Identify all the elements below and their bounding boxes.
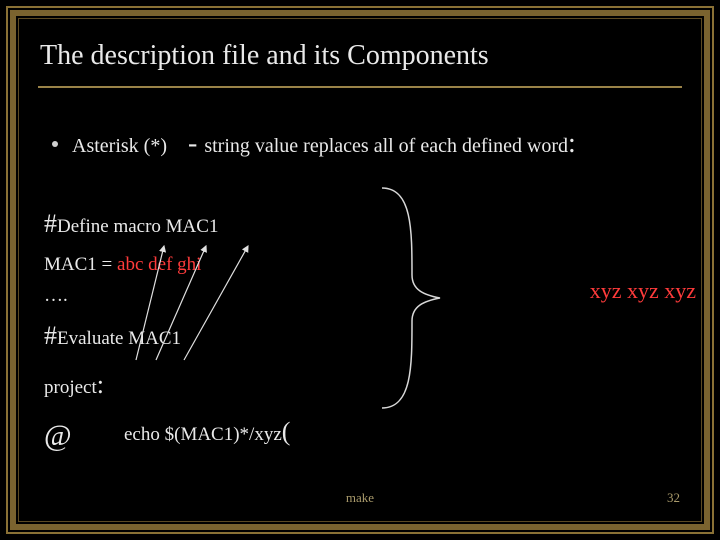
macro-value-c: ghi (177, 254, 201, 275)
project-text: project (44, 377, 97, 398)
define-text: Define macro MAC1 (57, 216, 218, 237)
bullet-dot-icon (52, 141, 58, 147)
macro-value-a: abc (117, 254, 143, 275)
bullet-lead-text: Asterisk (*) (72, 135, 167, 158)
bullet-rest-text: string value replaces all of each define… (204, 135, 568, 158)
project-colon: : (97, 370, 104, 399)
open-paren: ( (282, 417, 291, 446)
macro-prefix: MAC1 = (44, 254, 117, 275)
macro-assign-line: MAC1 = abc def ghi (44, 251, 690, 280)
slide: The description file and its Components … (0, 0, 720, 540)
page-number: 32 (667, 490, 680, 506)
at-symbol: @ (44, 413, 124, 458)
evaluate-text: Evaluate MAC1 (57, 328, 181, 349)
evaluate-line: #Evaluate MAC1 (44, 316, 690, 355)
slide-title: The description file and its Components (40, 40, 690, 72)
footer-title: make (346, 490, 374, 506)
code-block: #Define macro MAC1 MAC1 = abc def ghi ….… (44, 204, 690, 458)
define-line: #Define macro MAC1 (44, 204, 690, 243)
bullet-colon: : (568, 128, 576, 160)
bullet-dash: - (167, 128, 204, 160)
macro-value-b: def (148, 254, 172, 275)
output-text: xyz xyz xyz (590, 278, 696, 304)
content-area: The description file and its Components … (30, 30, 690, 510)
hash-symbol: # (44, 321, 57, 350)
bullet-row: Asterisk (*) - string value replaces all… (52, 128, 690, 160)
echo-line: @echo $(MAC1)*/xyz( (44, 412, 690, 458)
echo-text: echo $(MAC1)*/xyz (124, 424, 282, 445)
hash-symbol: # (44, 209, 57, 238)
horizontal-rule (38, 86, 682, 88)
project-line: project: (44, 365, 690, 404)
